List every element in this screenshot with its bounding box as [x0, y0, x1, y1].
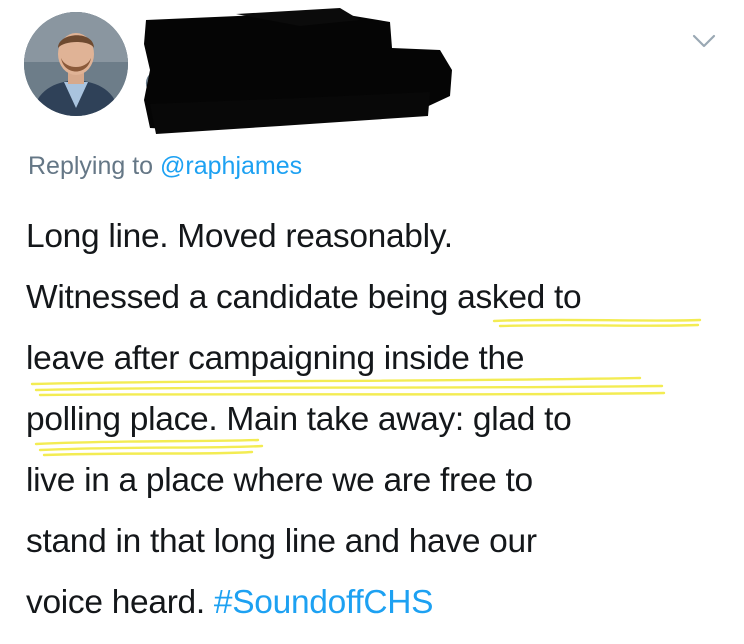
avatar[interactable]: [24, 12, 128, 116]
chevron-down-icon[interactable]: [690, 30, 718, 52]
tweet-line-2: Witnessed a candidate being asked to: [26, 279, 582, 316]
user-handle[interactable]: @: [144, 68, 168, 96]
tweet-line-7-text: voice heard.: [26, 584, 214, 621]
avatar-image: [24, 12, 128, 116]
tweet-line-5: live in a place where we are free to: [26, 462, 533, 499]
hashtag-link[interactable]: #SoundoffCHS: [214, 584, 434, 621]
display-name[interactable]: Brian Gladley: [144, 22, 331, 56]
tweet-text: Long line. Moved reasonably. Witnessed a…: [26, 206, 736, 633]
reply-mention-link[interactable]: @raphjames: [160, 152, 302, 180]
tweet-line-1: Long line. Moved reasonably.: [26, 218, 453, 255]
replying-to: Replying to @raphjames: [28, 152, 302, 181]
tweet-line-6: stand in that long line and have our: [26, 523, 537, 560]
tweet-line-7: voice heard. #SoundoffCHS: [26, 572, 736, 633]
tweet-line-3: leave after campaigning inside the: [26, 340, 525, 377]
replying-to-label: Replying to: [28, 152, 161, 180]
author-block[interactable]: Brian Gladley @: [140, 14, 460, 144]
tweet-line-4: polling place. Main take away: glad to: [26, 401, 572, 438]
